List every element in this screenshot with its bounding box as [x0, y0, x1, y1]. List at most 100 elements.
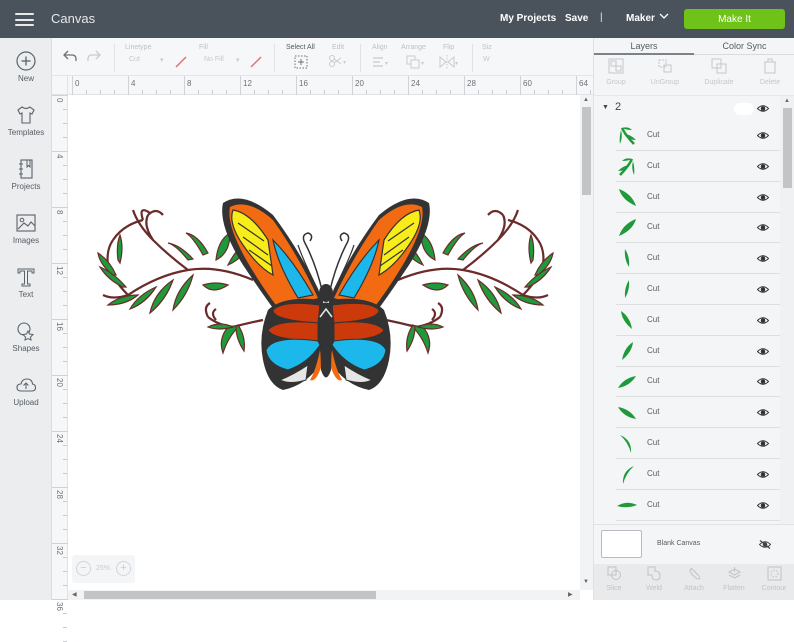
select-all-label: Select All	[286, 44, 315, 51]
layers-scrollbar[interactable]: ▲ ▼	[780, 96, 794, 562]
fill-label: Fill	[199, 44, 208, 51]
zoom-in-button[interactable]: +	[116, 561, 131, 576]
layer-item[interactable]: Cut	[616, 490, 780, 521]
tab-layers[interactable]: Layers	[594, 38, 694, 55]
layer-item[interactable]: Cut	[616, 428, 780, 459]
layer-item[interactable]: Cut	[616, 212, 780, 244]
sidebar-item-label: Shapes	[12, 344, 40, 353]
svg-text:▾: ▾	[385, 61, 388, 67]
chevron-down-icon[interactable]: ▾	[160, 56, 164, 64]
ruler-major-tick	[184, 76, 185, 95]
zoom-out-button[interactable]: −	[76, 561, 91, 576]
scroll-up-arrow[interactable]: ▲	[784, 98, 790, 104]
tab-color-sync[interactable]: Color Sync	[694, 38, 794, 55]
caret-down-icon[interactable]: ▼	[602, 104, 609, 111]
scrollbar-thumb[interactable]	[582, 107, 591, 195]
make-it-button[interactable]: Make It	[684, 9, 785, 29]
scroll-down-arrow[interactable]: ▼	[583, 579, 589, 585]
save-button[interactable]: Save	[565, 13, 588, 24]
eye-icon[interactable]	[757, 470, 769, 479]
left-leaves[interactable]	[97, 231, 255, 355]
zoom-controls: − 25% +	[72, 555, 135, 583]
eye-icon[interactable]	[757, 104, 769, 113]
fill-select[interactable]: No Fill	[204, 56, 224, 63]
flatten-button[interactable]: Flatten	[714, 566, 754, 600]
eye-icon[interactable]	[757, 408, 769, 417]
eye-icon[interactable]	[757, 254, 769, 263]
arrange-icon[interactable]: ▾	[406, 54, 428, 70]
butterfly[interactable]	[222, 198, 430, 390]
eye-icon[interactable]	[757, 316, 769, 325]
sidebar-item-upload[interactable]: Upload	[0, 374, 52, 424]
layer-item[interactable]: Cut	[616, 305, 780, 336]
slice-button[interactable]: Slice	[594, 566, 634, 600]
layer-item[interactable]: Cut	[616, 397, 780, 429]
eye-icon[interactable]	[757, 285, 769, 294]
eye-icon[interactable]	[757, 223, 769, 232]
scrollbar-thumb[interactable]	[84, 591, 376, 599]
layer-item[interactable]: Cut	[616, 274, 780, 305]
chevron-down-icon[interactable]: ▾	[236, 56, 240, 64]
fill-color-swatch[interactable]	[249, 55, 263, 69]
ruler-label: 8	[55, 210, 64, 215]
sidebar-item-templates[interactable]: Templates	[0, 104, 52, 154]
align-icon[interactable]: ▾	[372, 56, 392, 68]
group-button[interactable]: Group	[591, 58, 641, 96]
eye-icon[interactable]	[757, 501, 769, 510]
layer-item[interactable]: Cut	[616, 336, 780, 367]
blank-canvas-layer[interactable]: Blank Canvas	[594, 524, 794, 564]
scroll-right-arrow[interactable]: ▶	[568, 591, 573, 598]
select-all-button[interactable]	[294, 55, 308, 69]
layer-item[interactable]: Cut	[616, 182, 780, 213]
linetype-select[interactable]: Cut	[129, 56, 140, 63]
design-canvas[interactable]	[68, 95, 580, 590]
duplicate-icon	[711, 58, 727, 74]
layer-group[interactable]: ▼ 2	[594, 96, 780, 120]
flip-icon[interactable]: ▾	[438, 54, 462, 70]
slice-label: Slice	[606, 585, 622, 592]
sidebar-item-images[interactable]: Images	[0, 212, 52, 262]
layer-item[interactable]: Cut	[616, 120, 780, 151]
canvas-vertical-scrollbar[interactable]: ▲ ▼	[580, 95, 593, 590]
sidebar-item-text[interactable]: Text	[0, 266, 52, 316]
eye-icon[interactable]	[757, 193, 769, 202]
layer-item[interactable]: Cut	[616, 459, 780, 490]
butterfly-artwork[interactable]	[68, 95, 580, 590]
layer-item[interactable]: Cut	[616, 151, 780, 182]
undo-icon[interactable]	[62, 49, 78, 63]
duplicate-button[interactable]: Duplicate	[694, 58, 744, 96]
eye-hidden-icon[interactable]	[759, 540, 771, 549]
delete-button[interactable]: Delete	[745, 58, 794, 96]
eye-icon[interactable]	[757, 439, 769, 448]
ungroup-button[interactable]: UnGroup	[640, 58, 690, 96]
attach-button[interactable]: Attach	[674, 566, 714, 600]
weld-button[interactable]: Weld	[634, 566, 674, 600]
layer-item[interactable]: Cut	[616, 366, 780, 398]
scroll-up-arrow[interactable]: ▲	[583, 97, 589, 103]
linetype-color-swatch[interactable]	[174, 55, 188, 69]
scroll-left-arrow[interactable]: ◀	[72, 591, 77, 598]
ruler-minor-tick	[63, 291, 67, 292]
redo-icon[interactable]	[86, 49, 102, 63]
scrollbar-thumb[interactable]	[783, 108, 792, 188]
right-leaves[interactable]	[396, 231, 554, 355]
ruler-minor-tick	[63, 613, 67, 614]
edit-scissors-icon[interactable]: ▾	[328, 54, 348, 68]
sidebar-item-projects[interactable]: Projects	[0, 158, 52, 208]
eye-icon[interactable]	[757, 347, 769, 356]
contour-button[interactable]: Contour	[754, 566, 794, 600]
eye-icon[interactable]	[757, 131, 769, 140]
ruler-major-tick	[52, 151, 68, 152]
layers-panel: Layers Color Sync Group UnGroup Duplicat…	[593, 38, 794, 600]
eye-icon[interactable]	[757, 377, 769, 386]
canvas-horizontal-scrollbar[interactable]: ◀ ▶	[68, 590, 580, 600]
menu-icon[interactable]	[15, 13, 34, 26]
sidebar-item-new[interactable]: New	[0, 50, 52, 100]
my-projects-link[interactable]: My Projects	[500, 13, 556, 24]
machine-select[interactable]: Maker	[626, 13, 655, 24]
layer-item[interactable]: Cut	[616, 243, 780, 275]
eye-icon[interactable]	[757, 162, 769, 171]
ruler-major-tick	[52, 95, 68, 96]
sidebar-item-shapes[interactable]: Shapes	[0, 320, 52, 370]
chevron-down-icon[interactable]	[659, 12, 669, 23]
